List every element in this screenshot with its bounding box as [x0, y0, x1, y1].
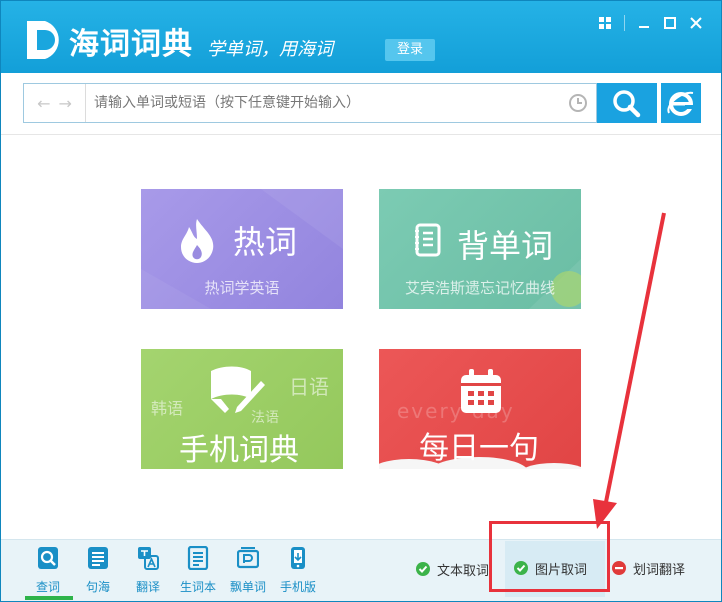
check-on-icon [514, 561, 528, 575]
back-arrow-icon[interactable]: ← [37, 94, 50, 113]
search-doc-icon [38, 547, 58, 569]
nav-wordbook-label: 生词本 [179, 580, 216, 594]
clock-icon[interactable] [568, 93, 588, 113]
toggle-image-pick[interactable]: 图片取词 [513, 555, 587, 581]
toggle-select-translate-label: 划词翻译 [633, 562, 686, 578]
close-icon[interactable] [683, 13, 709, 33]
toggle-text-pick-label: 文本取词 [437, 563, 490, 579]
nav-lookup-label: 查词 [35, 580, 60, 594]
nav-sentences[interactable]: 句海 [73, 546, 123, 596]
tile-vocab-title: 背单词 [457, 227, 554, 265]
nav-mobile[interactable]: 手机版 [273, 546, 323, 596]
translate-icon [138, 547, 159, 570]
history-nav: ← → [24, 84, 86, 122]
phone-icon [291, 547, 305, 569]
tile-daily-title: 每日一句 [419, 431, 539, 466]
disabled-icon [612, 561, 626, 575]
active-tab-indicator [25, 596, 73, 600]
tile-mobile-title: 手机词典 [179, 433, 299, 468]
nav-wordbook[interactable]: 生词本 [173, 545, 223, 596]
control-separator [624, 15, 625, 31]
tile-hot-subtitle: 热词学英语 [204, 279, 280, 297]
app-window: 海词词典 学单词，用海词 登录 ← → 请输入单词或短语（按下任意键开始输入） … [0, 0, 722, 602]
minimize-icon[interactable] [631, 13, 657, 33]
sentence-icon [88, 547, 108, 569]
tile-vocabulary[interactable]: 背单词 艾宾浩斯遗忘记忆曲线 [379, 189, 581, 309]
notebook-icon [415, 223, 441, 257]
browser-button[interactable] [661, 83, 701, 123]
nav-floating-words-label: 飘单词 [229, 580, 266, 594]
forward-arrow-icon[interactable]: → [59, 94, 72, 113]
nav-floating-words[interactable]: 飘单词 [223, 546, 273, 596]
tile-mobile-deco-japanese: 日语 [289, 375, 329, 399]
search-box: ← → [23, 83, 597, 123]
tile-vocab-subtitle: 艾宾浩斯遗忘记忆曲线 [404, 279, 555, 297]
search-row: ← → [1, 73, 721, 135]
tile-mobile-dictionary[interactable]: 韩语 法语 日语 手机词典 [141, 349, 343, 469]
app-slogan: 学单词，用海词 [207, 39, 333, 60]
tile-hot-title: 热词 [233, 223, 298, 261]
grid-icon[interactable] [592, 13, 618, 33]
nav-sentences-label: 句海 [85, 580, 110, 594]
check-on-icon [416, 562, 430, 576]
toggle-text-pick[interactable]: 文本取词 [415, 556, 489, 582]
floating-word-icon [236, 547, 260, 569]
app-logo-text: 海词词典 [69, 27, 193, 62]
tile-mobile-deco-korean: 韩语 [151, 399, 184, 418]
magnifier-icon [613, 90, 641, 118]
tile-daily-sentence[interactable]: every day 每日一句 [379, 349, 581, 469]
login-button[interactable]: 登录 [385, 39, 435, 61]
nav-translate-label: 翻译 [135, 580, 160, 594]
toggle-select-translate[interactable]: 划词翻译 [611, 555, 685, 581]
nav-translate[interactable]: 翻译 [123, 546, 173, 596]
tile-hot-words[interactable]: 热词 热词学英语 [141, 189, 343, 309]
calendar-icon [461, 369, 501, 413]
flame-icon [181, 219, 214, 263]
search-input[interactable] [94, 92, 554, 114]
search-button[interactable] [597, 83, 657, 123]
toggle-image-pick-label: 图片取词 [535, 562, 588, 578]
window-controls [592, 13, 709, 33]
ie-icon [667, 91, 694, 116]
title-bar[interactable]: 海词词典 学单词，用海词 登录 [1, 1, 721, 73]
maximize-icon[interactable] [657, 13, 683, 33]
notebook-icon [187, 545, 209, 571]
nav-lookup[interactable]: 查词 [23, 546, 73, 596]
logo-d-icon [27, 21, 59, 59]
nav-mobile-label: 手机版 [279, 580, 316, 594]
pencil-book-icon [211, 366, 265, 413]
